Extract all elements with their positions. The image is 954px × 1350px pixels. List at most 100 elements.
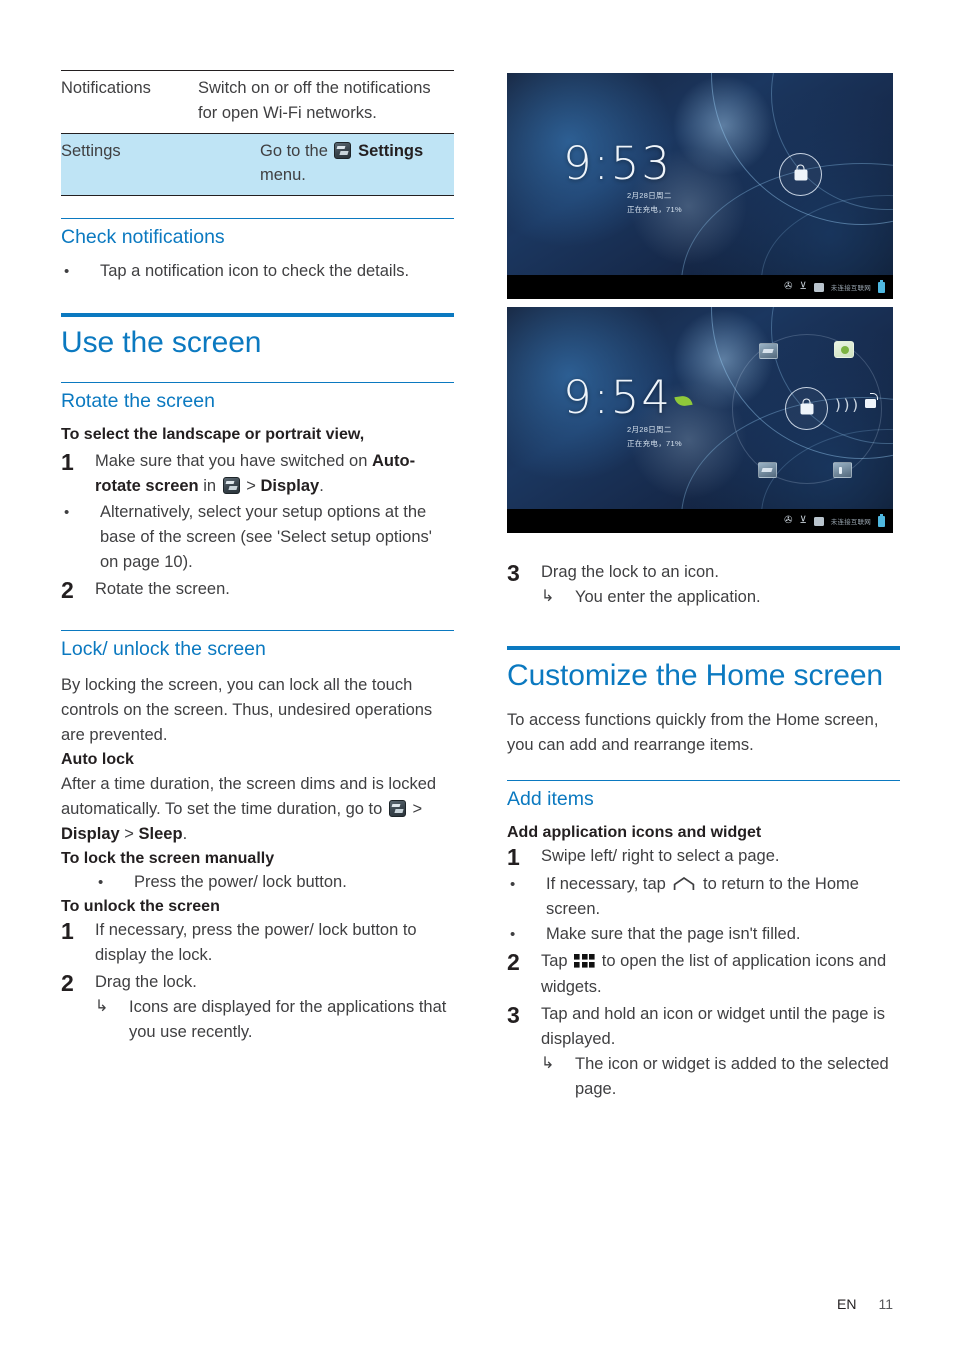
greater-than-separator: > [246, 476, 256, 495]
result-arrow-icon: ↳ [95, 997, 109, 1015]
step-number: 1 [61, 448, 74, 475]
app-icon-gallery[interactable] [759, 343, 778, 359]
subheading-select-view: To select the landscape or portrait view… [61, 426, 365, 444]
step-2: 2 Drag the lock. ↳ Icons are displayed f… [61, 970, 454, 1045]
wallpaper: 9:53 2月28日周二 正在充电，71% [507, 73, 893, 275]
step-result-label: Icons are displayed for the applications… [129, 997, 447, 1041]
heading-use-the-screen-rule: Use the screen [61, 312, 454, 361]
step-text-a: Make sure that you have switched on [95, 451, 368, 470]
lock-icon[interactable] [785, 387, 828, 430]
heading-add-items: Add items [507, 787, 594, 810]
step-2: 2 Rotate the screen. [61, 577, 454, 604]
subheading-add-application-icons: Add application icons and widget [507, 824, 762, 842]
step-3: 3 Tap and hold an icon or widget until t… [507, 1002, 900, 1102]
bullet-glyph: • [510, 876, 516, 894]
settings-options-table: Notifications Switch on or off the notif… [61, 70, 454, 196]
home-icon [673, 874, 695, 891]
status-bar-text: 未连接互联网 [830, 285, 871, 292]
step-text-a: Tap [541, 952, 568, 971]
footer-language-code: EN [837, 1296, 857, 1312]
lock-screen-battery-status: 正在充电，71% [627, 205, 682, 214]
result-arrow-icon: ↳ [541, 588, 555, 606]
step-number: 3 [507, 560, 520, 586]
list-item-label: Tap a notification icon to check the det… [100, 262, 410, 281]
list-item-label: Press the power/ lock button. [134, 873, 347, 892]
wifi-icon: ⊻ [799, 515, 807, 526]
step-text-main: Drag the lock to an icon. [541, 563, 719, 581]
sync-icon: ✇ [784, 515, 793, 526]
step-number: 1 [61, 918, 74, 945]
lock-icon[interactable] [779, 153, 822, 196]
period: . [319, 476, 324, 495]
heading-use-the-screen: Use the screen [61, 325, 262, 359]
bullet-glyph: • [510, 926, 516, 944]
auto-lock-text: After a time duration, the screen dims a… [61, 772, 454, 847]
settings-icon [334, 141, 352, 159]
heading-rotate-the-screen: Rotate the screen [61, 390, 215, 413]
step-text: If necessary, press the power/ lock butt… [95, 921, 417, 965]
screenshot-icon [813, 516, 824, 526]
list-item: • Make sure that the page isn't filled. [507, 922, 900, 947]
leaf-icon [674, 394, 693, 408]
table-cell-key: Settings [61, 141, 121, 160]
step-text: Rotate the screen. [95, 580, 230, 599]
padlock-glyph [794, 164, 807, 180]
step-result: ↳ The icon or widget is added to the sel… [541, 1052, 900, 1102]
list-item: • Alternatively, select your setup optio… [61, 500, 454, 575]
settings-icon [388, 799, 406, 817]
table-cell-value: Go to the Settings menu. [198, 133, 454, 196]
step-result: ↳ Icons are displayed for the applicatio… [95, 995, 454, 1045]
subheading-unlock-screen: To unlock the screen [61, 898, 220, 916]
lock-screen-date: 2月28日周二 [627, 425, 672, 434]
step-text-main: Tap and hold an icon or widget until the… [541, 1004, 885, 1048]
lock-unlock-intro: By locking the screen, you can lock all … [61, 676, 433, 745]
right-column: 3 Drag the lock to an icon. ↳ You enter … [507, 560, 900, 1103]
step-text: Make sure that you have switched on Auto… [95, 449, 454, 499]
heading-check-notifications-rule: Check notifications [61, 218, 454, 249]
step-text-main: Drag the lock. [95, 972, 197, 991]
value-prefix: Go to the [260, 141, 328, 160]
auto-lock-text-a: After a time duration, the screen dims a… [61, 774, 437, 818]
settings-icon [222, 476, 240, 494]
table-cell-key: Notifications [61, 79, 151, 97]
tablet-status-bar: ✇ ⊻ 未连接互联网 [507, 509, 893, 533]
app-icon-gallery[interactable] [758, 462, 777, 478]
table-row: Notifications Switch on or off the notif… [61, 70, 454, 133]
footer-page-number: 11 [878, 1296, 893, 1312]
list-item-label: Alternatively, select your setup options… [100, 502, 432, 571]
step-number: 1 [507, 844, 520, 871]
apps-grid-icon [574, 954, 596, 969]
step-2: 2 Tap to open the list of application ic… [507, 949, 900, 999]
step-number: 2 [507, 949, 520, 976]
display-label: Display [260, 476, 320, 495]
greater-than-separator: > [412, 799, 423, 818]
step-text-in: in [203, 476, 217, 495]
rotate-step1-bullets: • Alternatively, select your setup optio… [61, 500, 454, 575]
battery-icon [878, 513, 885, 527]
heading-customize-the-home-screen: Customize the Home screen [507, 659, 883, 693]
rotate-steps: 1 Make sure that you have switched on Au… [61, 449, 454, 604]
bullet-glyph: • [64, 263, 70, 281]
step-1: 1 Make sure that you have switched on Au… [61, 449, 454, 499]
drag-waves-icon: ) ) ) [835, 396, 858, 414]
app-icon-camera[interactable] [834, 341, 854, 358]
list-item-label: Make sure that the page isn't filled. [546, 925, 801, 944]
step-text: Drag the lock to an icon. ↳ You enter th… [541, 560, 900, 610]
app-icon-music[interactable] [833, 462, 852, 478]
list-item: • If necessary, tap to return to the Hom… [507, 872, 900, 922]
step-result-label: The icon or widget is added to the selec… [575, 1054, 889, 1098]
value-bold: Settings [358, 141, 424, 160]
heading-check-notifications: Check notifications [61, 226, 225, 248]
heading-customize-home-rule: Customize the Home screen [507, 646, 900, 694]
wallpaper: 9:54 2月28日周二 正在充电，71% ) ) ) [507, 307, 893, 509]
step-1: 1 Swipe left/ right to select a page. [507, 844, 900, 871]
wifi-icon: ⊻ [799, 281, 807, 292]
step-3: 3 Drag the lock to an icon. ↳ You enter … [507, 560, 900, 610]
left-column: Notifications Switch on or off the notif… [61, 70, 454, 1046]
step-result-label: You enter the application. [575, 588, 761, 607]
bullet-glyph: • [64, 503, 70, 521]
step-number: 2 [61, 577, 74, 604]
step-text: Swipe left/ right to select a page. [541, 847, 780, 866]
add-items-steps: 1 Swipe left/ right to select a page. • … [507, 844, 900, 1102]
tablet-status-bar: ✇ ⊻ 未连接互联网 [507, 275, 893, 299]
